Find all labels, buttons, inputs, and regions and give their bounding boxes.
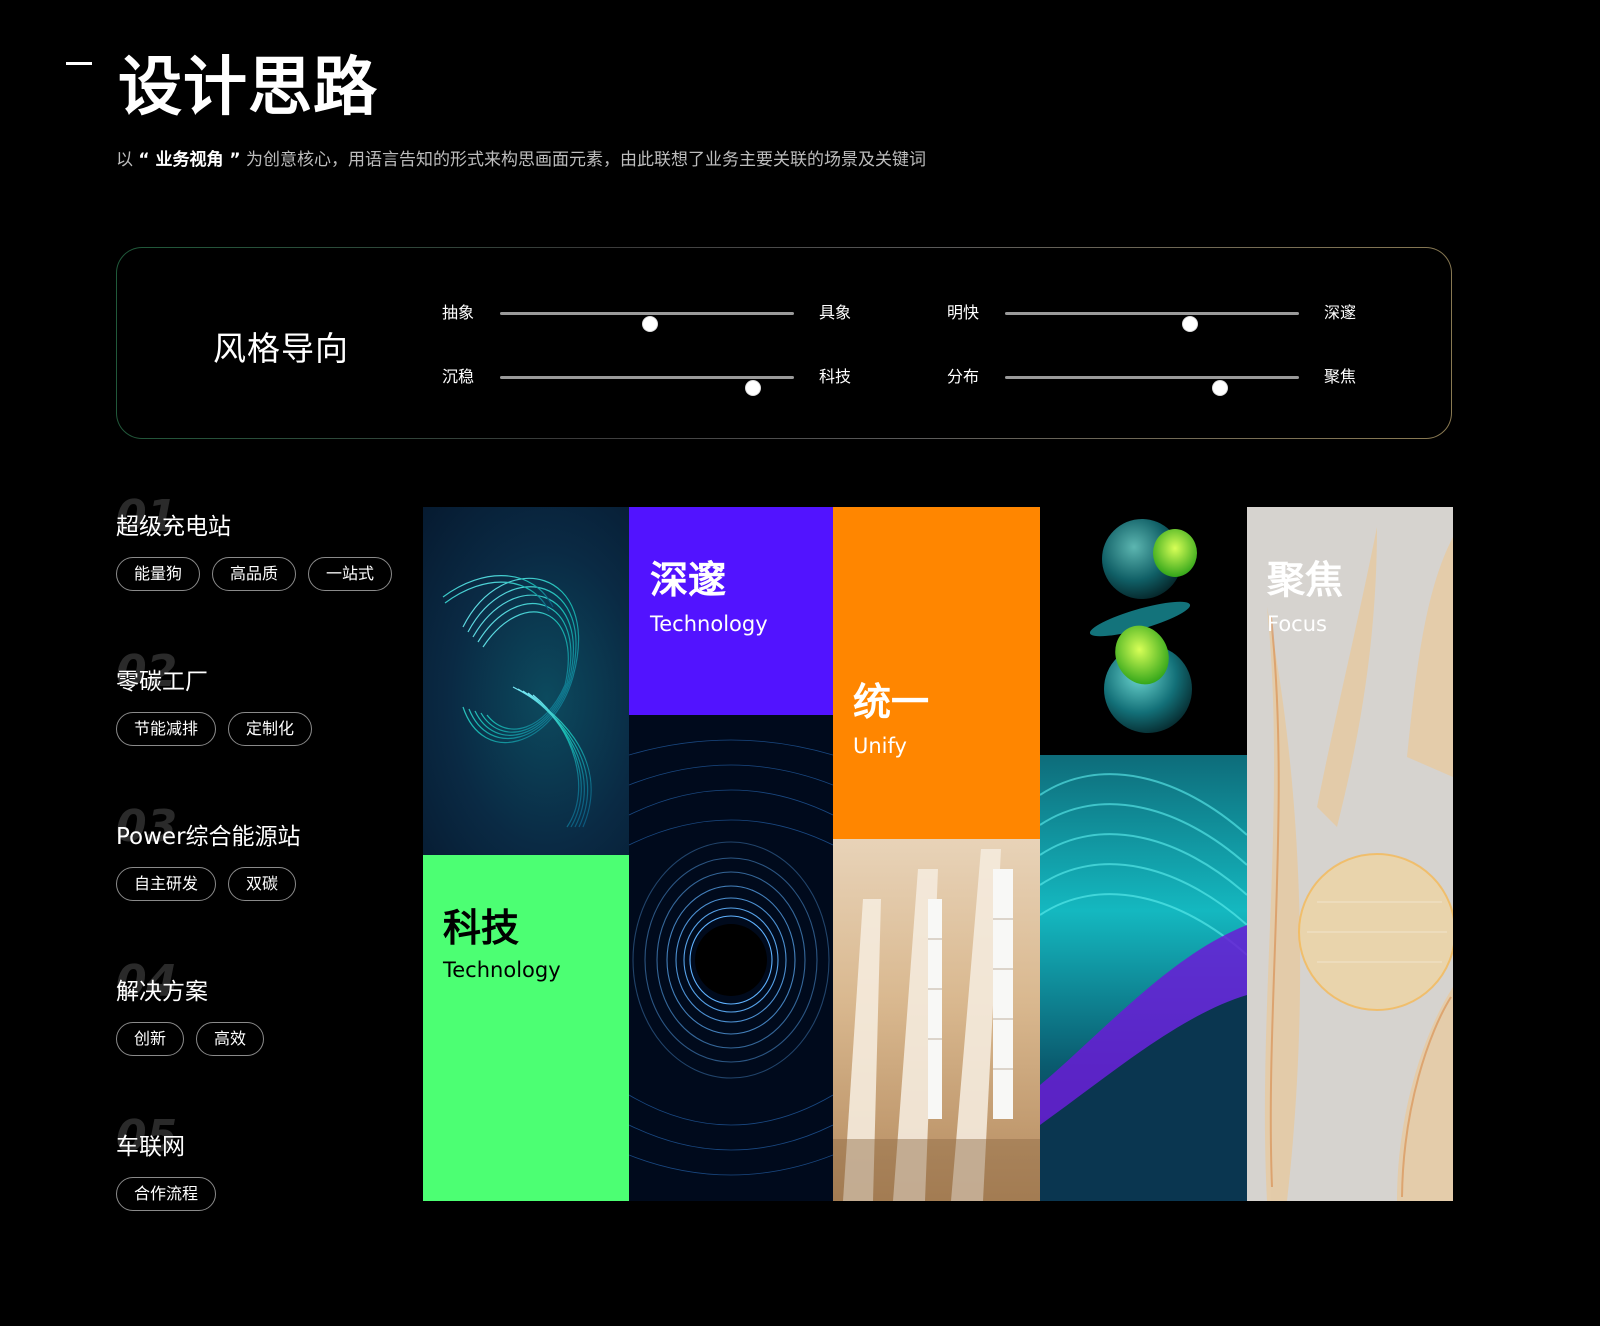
- tag-list: 能量狗 高品质 一站式: [116, 557, 393, 591]
- glass-spheres-graphic: [1089, 519, 1197, 733]
- keyword-tag[interactable]: 高品质: [212, 557, 297, 591]
- category-name: 解决方案: [116, 979, 208, 1005]
- tile-unify: 统一 Unify: [833, 507, 1040, 839]
- category-item: 05 车联网 合作流程: [116, 1115, 416, 1253]
- tag-list: 节能减排 定制化: [116, 712, 313, 746]
- slider-thumb[interactable]: [1212, 381, 1227, 395]
- keyword-tag[interactable]: 能量狗: [116, 557, 201, 591]
- panel-title: 风格导向: [213, 329, 349, 368]
- architecture-image: [833, 839, 1040, 1201]
- keyword-tag[interactable]: 创新: [116, 1022, 185, 1056]
- keyword-tag[interactable]: 双碳: [228, 867, 297, 901]
- tag-list: 自主研发 双碳: [116, 867, 297, 901]
- neon-waves-image: [1040, 755, 1247, 1201]
- wire-vortex-graphic: [629, 739, 833, 1176]
- slider-left-label: 抽象: [442, 303, 475, 322]
- category-item: 01 超级充电站 能量狗 高品质 一站式: [116, 495, 416, 633]
- style-direction-panel: 风格导向 抽象 具象 明快 深邃 沉稳 科技 分布 聚焦: [116, 247, 1452, 439]
- category-item: 04 解决方案 创新 高效: [116, 960, 416, 1098]
- neon-waves-graphic: [1040, 773, 1247, 1201]
- keyword-tag[interactable]: 定制化: [228, 712, 313, 746]
- keyword-tag[interactable]: 高效: [196, 1022, 265, 1056]
- slider-track[interactable]: [1005, 376, 1299, 395]
- category-name: Power综合能源站: [116, 824, 301, 850]
- keyword-tag[interactable]: 节能减排: [116, 712, 217, 746]
- architecture-graphic: [833, 849, 1040, 1201]
- style-slider[interactable]: 抽象 具象: [442, 301, 862, 331]
- category-item: 02 零碳工厂 节能减排 定制化: [116, 650, 416, 788]
- tile-subtitle: Unify: [853, 734, 907, 758]
- style-slider[interactable]: 明快 深邃: [947, 301, 1367, 331]
- slider-right-label: 聚焦: [1324, 367, 1357, 386]
- slider-right-label: 深邃: [1324, 303, 1357, 322]
- tile-title: 聚焦: [1267, 558, 1344, 602]
- category-name: 零碳工厂: [116, 669, 208, 695]
- keyword-tag[interactable]: 一站式: [308, 557, 393, 591]
- tile-title: 统一: [853, 680, 930, 724]
- tile-title: 科技: [443, 906, 520, 950]
- keyword-tag[interactable]: 合作流程: [116, 1177, 217, 1211]
- slider-track[interactable]: [500, 376, 794, 395]
- tile-subtitle: Focus: [1267, 612, 1327, 636]
- tag-list: 合作流程: [116, 1177, 217, 1211]
- slider-left-label: 沉稳: [442, 367, 475, 386]
- style-slider[interactable]: 分布 聚焦: [947, 365, 1367, 395]
- category-item: 03 Power综合能源站 自主研发 双碳: [116, 805, 416, 943]
- title-dash: [66, 62, 92, 65]
- slider-right-label: 具象: [819, 303, 852, 322]
- slider-left-label: 明快: [947, 303, 980, 322]
- category-name: 车联网: [116, 1134, 185, 1160]
- slider-thumb[interactable]: [642, 317, 657, 331]
- slider-right-label: 科技: [819, 367, 852, 386]
- slider-thumb[interactable]: [1183, 317, 1198, 331]
- slider-track[interactable]: [500, 312, 794, 331]
- page-subtitle: 以 “ 业务视角 ” 为创意核心，用语言告知的形式来构思画面元素，由此联想了业务…: [116, 150, 926, 170]
- tile-subtitle: Technology: [443, 958, 561, 982]
- spiral-ribbon-graphic: [442, 575, 592, 828]
- spiral-ribbon-image: [423, 507, 629, 855]
- glass-petals-image: 聚焦 Focus: [1247, 507, 1453, 1201]
- keyword-tag[interactable]: 自主研发: [116, 867, 217, 901]
- tile-subtitle: Technology: [650, 612, 768, 636]
- wire-vortex-image: [629, 715, 833, 1201]
- tile-tech: 科技 Technology: [423, 855, 629, 1201]
- style-slider[interactable]: 沉稳 科技: [442, 365, 862, 395]
- slider-track[interactable]: [1005, 312, 1299, 331]
- tile-title: 深邃: [650, 558, 727, 602]
- slider-left-label: 分布: [947, 367, 980, 386]
- page-title: 设计思路: [118, 51, 378, 125]
- tile-deep: 深邃 Technology: [629, 507, 833, 715]
- subtitle-highlight: “ 业务视角 ”: [138, 150, 241, 170]
- tag-list: 创新 高效: [116, 1022, 265, 1056]
- category-name: 超级充电站: [116, 514, 231, 540]
- glass-spheres-image: [1040, 507, 1247, 755]
- slider-thumb[interactable]: [745, 381, 760, 395]
- moodboard-grid: 科技 Technology 深邃 Technology 统一 Unify 聚焦 …: [423, 507, 1453, 1201]
